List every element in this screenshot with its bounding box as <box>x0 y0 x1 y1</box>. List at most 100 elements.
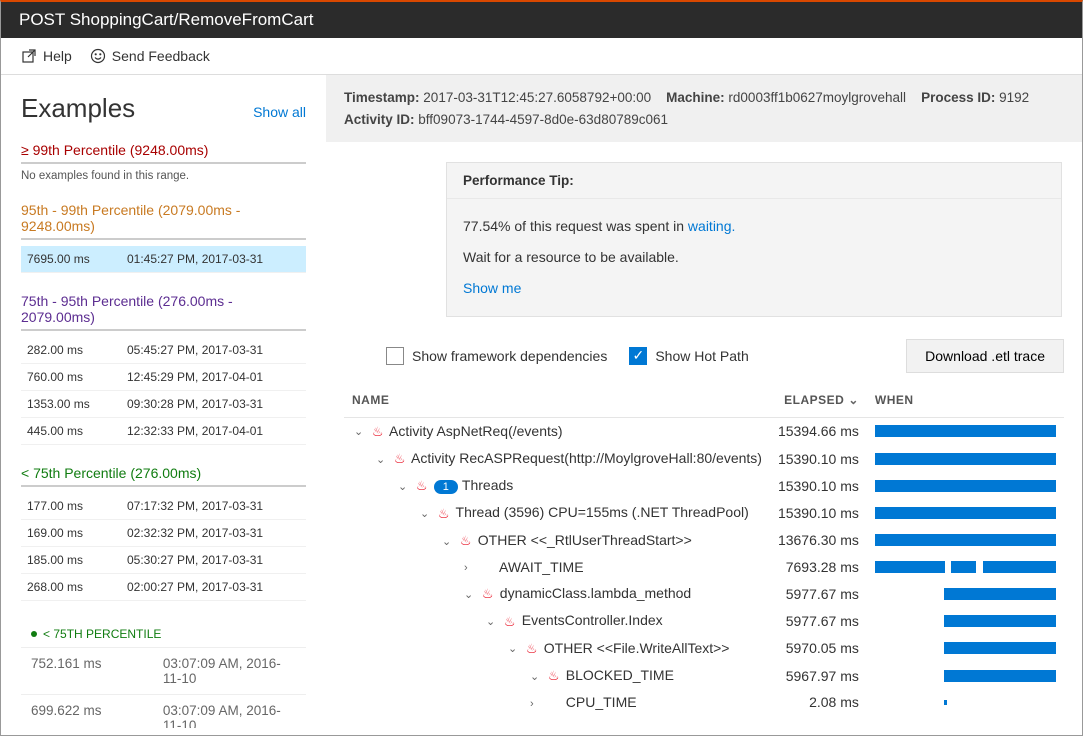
trace-label: EventsController.Index <box>522 612 663 628</box>
trace-row[interactable]: › AWAIT_TIME 7693.28 ms <box>344 554 1064 580</box>
chevron-icon[interactable]: ⌄ <box>508 642 522 655</box>
trace-row[interactable]: ⌄ ♨ Thread (3596) CPU=155ms (.NET Thread… <box>344 499 1064 526</box>
trace-row[interactable]: ⌄ ♨ OTHER <<_RtlUserThreadStart>> 13676.3… <box>344 527 1064 554</box>
bottom-percentile-block: < 75TH PERCENTILE 752.161 ms03:07:09 AM,… <box>21 621 306 728</box>
trace-table: NAME ELAPSED⌄ WHEN ⌄ ♨ Activity AspNetRe… <box>344 385 1064 716</box>
when-bar <box>867 662 1064 689</box>
external-link-icon <box>21 48 37 64</box>
show-all-link[interactable]: Show all <box>253 104 306 120</box>
trace-row[interactable]: ⌄ ♨ OTHER <<File.WriteAllText>>5970.05 m… <box>344 635 1064 662</box>
trace-row[interactable]: ⌄ ♨ EventsController.Index5977.67 ms <box>344 607 1064 634</box>
trace-row[interactable]: ⌄ ♨ BLOCKED_TIME 5967.97 ms <box>344 662 1064 689</box>
flame-icon: ♨ <box>372 424 386 440</box>
elapsed-value: 2.08 ms <box>770 689 867 715</box>
when-bar <box>867 554 1064 580</box>
trace-row[interactable]: ⌄ ♨ Activity RecASPRequest(http://Moylgr… <box>344 445 1064 472</box>
flame-icon: ♨ <box>548 668 562 684</box>
chevron-icon[interactable]: ⌄ <box>420 507 434 520</box>
trace-label: Threads <box>462 477 513 493</box>
when-bar <box>867 417 1064 445</box>
example-row[interactable]: 185.00 ms05:30:27 PM, 2017-03-31 <box>21 547 306 574</box>
example-row[interactable]: 177.00 ms07:17:32 PM, 2017-03-31 <box>21 493 306 520</box>
count-badge: 1 <box>434 480 458 494</box>
trace-label: CPU_TIME <box>566 694 637 710</box>
performance-tip-box: Performance Tip: 77.54% of this request … <box>446 162 1062 316</box>
flame-icon: ♨ <box>416 478 430 494</box>
examples-sidebar: Examples Show all ≥ 99th Percentile (924… <box>1 75 326 728</box>
chevron-icon[interactable]: › <box>530 698 544 710</box>
no-examples-text: No examples found in this range. <box>21 170 306 182</box>
control-row: Show framework dependencies ✓ Show Hot P… <box>326 317 1082 385</box>
when-bar <box>867 689 1064 715</box>
window-title: POST ShoppingCart/RemoveFromCart <box>1 2 1082 38</box>
info-bar: Timestamp: 2017-03-31T12:45:27.6058792+0… <box>326 75 1082 142</box>
col-elapsed[interactable]: ELAPSED⌄ <box>770 385 867 418</box>
example-row[interactable]: 760.00 ms12:45:29 PM, 2017-04-01 <box>21 364 306 391</box>
example-row[interactable]: 7695.00 ms01:45:27 PM, 2017-03-31 <box>21 246 306 273</box>
col-name[interactable]: NAME <box>344 385 770 418</box>
elapsed-value: 7693.28 ms <box>770 554 867 580</box>
chevron-icon[interactable]: ⌄ <box>486 615 500 628</box>
col-when[interactable]: WHEN <box>867 385 1064 418</box>
chevron-down-icon: ⌄ <box>848 393 859 407</box>
trace-row[interactable]: ⌄ ♨ dynamicClass.lambda_method5977.67 ms <box>344 580 1064 607</box>
elapsed-value: 13676.30 ms <box>770 527 867 554</box>
bottom-percentile-header[interactable]: < 75TH PERCENTILE <box>21 621 306 647</box>
flame-icon: ♨ <box>482 586 496 602</box>
example-row[interactable]: 169.00 ms02:32:32 PM, 2017-03-31 <box>21 520 306 547</box>
chevron-icon[interactable]: ⌄ <box>354 425 368 438</box>
toolbar: Help Send Feedback <box>1 38 1082 75</box>
when-bar <box>867 472 1064 499</box>
trace-label: BLOCKED_TIME <box>566 667 674 683</box>
hotpath-checkbox[interactable]: ✓ Show Hot Path <box>629 347 748 365</box>
tip-header: Performance Tip: <box>447 163 1061 199</box>
elapsed-value: 15390.10 ms <box>770 472 867 499</box>
feedback-button[interactable]: Send Feedback <box>90 48 210 64</box>
flame-icon: ♨ <box>526 641 540 657</box>
elapsed-value: 15390.10 ms <box>770 445 867 472</box>
elapsed-value: 15394.66 ms <box>770 417 867 445</box>
smile-icon <box>90 48 106 64</box>
flame-icon: ♨ <box>438 506 452 522</box>
chevron-icon[interactable]: ⌄ <box>376 453 390 466</box>
elapsed-value: 5977.67 ms <box>770 607 867 634</box>
example-row[interactable]: 268.00 ms02:00:27 PM, 2017-03-31 <box>21 574 306 601</box>
chevron-icon[interactable]: ⌄ <box>398 480 412 493</box>
elapsed-value: 5977.67 ms <box>770 580 867 607</box>
checkbox-checked-icon: ✓ <box>629 347 647 365</box>
download-etl-button[interactable]: Download .etl trace <box>906 339 1064 373</box>
chevron-icon[interactable]: ⌄ <box>442 535 456 548</box>
checkbox-icon <box>386 347 404 365</box>
example-row[interactable]: 282.00 ms05:45:27 PM, 2017-03-31 <box>21 337 306 364</box>
elapsed-value: 5967.97 ms <box>770 662 867 689</box>
elapsed-value: 15390.10 ms <box>770 499 867 526</box>
trace-label: AWAIT_TIME <box>499 559 584 575</box>
chevron-icon[interactable]: ⌄ <box>530 670 544 683</box>
chevron-icon[interactable]: ⌄ <box>464 588 478 601</box>
percentile-header[interactable]: 95th - 99th Percentile (2079.00ms - 9248… <box>21 202 306 240</box>
waiting-link[interactable]: waiting. <box>688 218 735 234</box>
trace-label: Activity AspNetReq(/events) <box>389 423 563 439</box>
trace-row[interactable]: ⌄ ♨ 1 Threads 15390.10 ms <box>344 472 1064 499</box>
percentile-header[interactable]: < 75th Percentile (276.00ms) <box>21 465 306 487</box>
trace-label: Activity RecASPRequest(http://MoylgroveH… <box>411 450 762 466</box>
example-row[interactable]: 445.00 ms12:32:33 PM, 2017-04-01 <box>21 418 306 445</box>
trace-row[interactable]: ⌄ ♨ Activity AspNetReq(/events) 15394.66 … <box>344 417 1064 445</box>
show-me-link[interactable]: Show me <box>463 280 521 296</box>
percentile-header[interactable]: ≥ 99th Percentile (9248.00ms) <box>21 142 306 164</box>
flame-icon: ♨ <box>460 533 474 549</box>
trace-label: OTHER <<_RtlUserThreadStart>> <box>478 532 692 548</box>
example-row[interactable]: 699.622 ms03:07:09 AM, 2016-11-10 <box>21 694 306 728</box>
trace-label: Thread (3596) CPU=155ms (.NET ThreadPool… <box>456 504 749 520</box>
trace-row[interactable]: › CPU_TIME 2.08 ms <box>344 689 1064 715</box>
example-row[interactable]: 752.161 ms03:07:09 AM, 2016-11-10 <box>21 647 306 694</box>
chevron-icon[interactable]: › <box>464 562 478 574</box>
when-bar <box>867 527 1064 554</box>
main-panel: Timestamp: 2017-03-31T12:45:27.6058792+0… <box>326 75 1082 728</box>
when-bar <box>867 499 1064 526</box>
examples-heading: Examples <box>21 93 135 124</box>
percentile-header[interactable]: 75th - 95th Percentile (276.00ms - 2079.… <box>21 293 306 331</box>
help-button[interactable]: Help <box>21 48 72 64</box>
framework-checkbox[interactable]: Show framework dependencies <box>386 347 607 365</box>
example-row[interactable]: 1353.00 ms09:30:28 PM, 2017-03-31 <box>21 391 306 418</box>
